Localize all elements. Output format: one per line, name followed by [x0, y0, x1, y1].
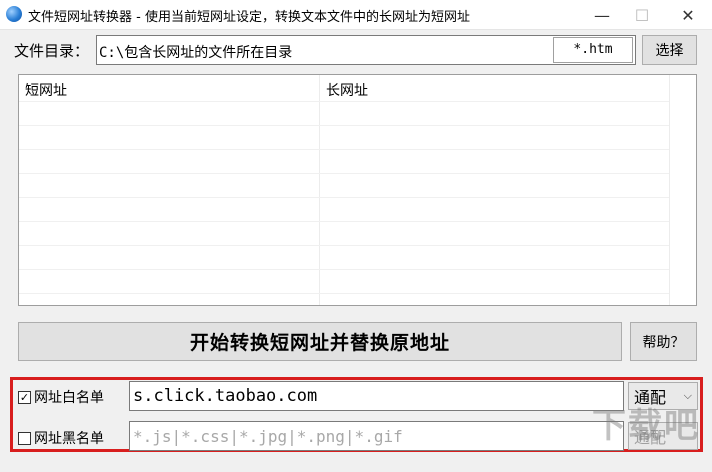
column-divider: [669, 75, 670, 305]
blacklist-input[interactable]: *.js|*.css|*.jpg|*.png|*.gif: [129, 421, 624, 451]
maximize-button[interactable]: ☐: [620, 0, 664, 30]
grid-line: [19, 293, 669, 294]
close-button[interactable]: ✕: [666, 0, 710, 30]
title-bar: 文件短网址转换器 - 使用当前短网址设定，转换文本文件中的长网址为短网址 — ☐…: [0, 0, 712, 30]
minimize-button[interactable]: —: [580, 0, 624, 30]
whitelist-checkbox[interactable]: ✓ 网址白名单: [18, 387, 104, 407]
whitelist-input[interactable]: s.click.taobao.com: [129, 381, 624, 411]
window-title: 文件短网址转换器 - 使用当前短网址设定，转换文本文件中的长网址为短网址: [28, 10, 470, 25]
start-convert-button[interactable]: 开始转换短网址并替换原地址: [18, 322, 622, 361]
grid-line: [19, 197, 669, 198]
whitelist-label: 网址白名单: [34, 390, 104, 406]
app-globe-icon: [6, 6, 22, 22]
checkbox-unchecked-icon[interactable]: [18, 431, 31, 445]
column-header-long-url[interactable]: 长网址: [320, 75, 669, 101]
grid-line: [19, 269, 669, 270]
blacklist-checkbox[interactable]: 网址黑名单: [18, 428, 104, 448]
help-button[interactable]: 帮助？: [630, 322, 697, 361]
grid-line: [19, 173, 669, 174]
extension-input[interactable]: *.htm: [553, 37, 633, 63]
browse-button[interactable]: 选择: [642, 35, 697, 65]
directory-label: 文件目录：: [14, 42, 90, 60]
column-header-short-url[interactable]: 短网址: [19, 75, 319, 101]
url-list[interactable]: 短网址 长网址: [18, 74, 697, 306]
grid-line: [19, 221, 669, 222]
column-divider: [319, 75, 320, 305]
checkbox-checked-icon[interactable]: ✓: [18, 390, 31, 404]
grid-line: [19, 101, 669, 102]
grid-line: [19, 245, 669, 246]
watermark-logo: 下载吧: [592, 406, 700, 446]
grid-line: [19, 125, 669, 126]
blacklist-label: 网址黑名单: [34, 431, 104, 447]
grid-line: [19, 149, 669, 150]
